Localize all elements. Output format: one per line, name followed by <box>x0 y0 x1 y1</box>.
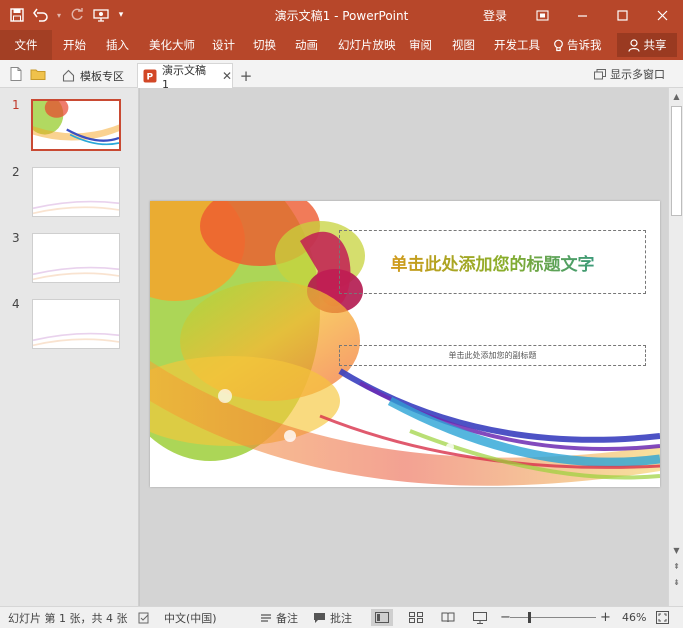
undo-icon[interactable] <box>30 4 52 26</box>
vertical-scrollbar[interactable]: ▲ ▼ ⇞ ⇟ <box>668 88 683 606</box>
thumbnail-row[interactable]: 4 <box>0 297 139 353</box>
document-tab-bar: 模板专区 P 演示文稿1 ✕ + 显示多窗口 <box>0 60 683 91</box>
tab-transitions[interactable]: 切换 <box>253 30 276 60</box>
folder-icon[interactable] <box>30 66 46 82</box>
notes-icon <box>261 613 271 622</box>
tab-slideshow[interactable]: 幻灯片放映 <box>338 30 396 60</box>
scrollbar-thumb[interactable] <box>671 106 682 216</box>
ribbon-tabs: 文件 开始 插入 美化大师 设计 切换 动画 幻灯片放映 审阅 视图 开发工具 … <box>0 30 683 60</box>
thumbnail-artwork <box>33 101 119 146</box>
pptx-icon: P <box>143 69 157 82</box>
comments-label: 批注 <box>330 611 352 625</box>
slide-thumbnail-2[interactable] <box>32 167 120 217</box>
chevron-down-icon[interactable]: ▾ <box>54 4 64 26</box>
share-button[interactable]: 共享 <box>617 33 677 57</box>
spellcheck-icon[interactable] <box>138 607 150 628</box>
document-tab-label: 演示文稿1 <box>161 63 206 91</box>
close-icon[interactable] <box>650 4 674 26</box>
svg-text:P: P <box>146 72 153 82</box>
thumbnail-number: 4 <box>12 297 20 311</box>
slide-thumbnail-4[interactable] <box>32 299 120 349</box>
tab-beautify-master[interactable]: 美化大师 <box>149 30 195 60</box>
zoom-slider-knob[interactable] <box>528 612 531 623</box>
plus-icon[interactable]: + <box>238 63 254 88</box>
thumbnail-number: 2 <box>12 165 20 179</box>
slideshow-view-button[interactable] <box>469 609 491 626</box>
current-slide[interactable]: 单击此处添加您的标题文字 单击此处添加您的副标题 <box>150 201 660 487</box>
tab-developer[interactable]: 开发工具 <box>494 30 540 60</box>
thumbnail-row[interactable]: 3 <box>0 231 139 287</box>
title-placeholder-text: 单击此处添加您的标题文字 <box>391 250 595 275</box>
tab-template-zone[interactable]: 模板专区 <box>56 63 132 88</box>
slide-sorter-icon <box>409 612 423 623</box>
start-from-beginning-icon[interactable] <box>90 4 112 26</box>
template-tab-label: 模板专区 <box>80 69 124 83</box>
title-placeholder[interactable]: 单击此处添加您的标题文字 <box>339 230 646 294</box>
notes-button[interactable]: 备注 <box>260 607 298 628</box>
close-icon[interactable]: ✕ <box>222 69 232 83</box>
save-icon[interactable] <box>6 4 28 26</box>
zoom-percent[interactable]: 46% <box>622 607 646 628</box>
thumbnail-number: 3 <box>12 231 20 245</box>
multi-window-button[interactable]: 显示多窗口 <box>594 66 665 82</box>
lightbulb-icon <box>554 39 563 51</box>
login-button[interactable]: 登录 <box>482 4 508 26</box>
tell-me-label: 告诉我 <box>567 38 602 52</box>
thumbnail-artwork <box>33 200 119 215</box>
normal-view-button[interactable] <box>371 609 393 626</box>
share-label: 共享 <box>643 38 667 52</box>
tab-design[interactable]: 设计 <box>212 30 235 60</box>
slide-editing-area: 单击此处添加您的标题文字 单击此处添加您的副标题 <box>140 88 668 606</box>
tab-insert[interactable]: 插入 <box>106 30 129 60</box>
zoom-in-button[interactable]: + <box>600 607 611 628</box>
home-icon <box>62 69 75 82</box>
next-slide-icon[interactable]: ⇟ <box>671 576 682 588</box>
slide-thumbnail-1[interactable] <box>31 99 121 151</box>
slide-thumbnail-3[interactable] <box>32 233 120 283</box>
language-label[interactable]: 中文(中国) <box>164 607 217 628</box>
tab-document[interactable]: P 演示文稿1 ✕ <box>137 63 233 91</box>
previous-slide-icon[interactable]: ⇞ <box>671 560 682 572</box>
comment-icon <box>314 612 325 623</box>
tab-view[interactable]: 视图 <box>452 30 475 60</box>
title-bar: ▾ ▾ 演示文稿1 - PowerPoint 登录 <box>0 0 683 30</box>
maximize-icon[interactable] <box>610 4 634 26</box>
tab-review[interactable]: 审阅 <box>409 30 432 60</box>
comments-button[interactable]: 批注 <box>313 607 352 628</box>
new-doc-icon[interactable] <box>8 66 24 82</box>
reading-view-button[interactable] <box>437 609 459 626</box>
tell-me-button[interactable]: 告诉我 <box>553 30 602 60</box>
tab-animations[interactable]: 动画 <box>295 30 318 60</box>
customize-icon[interactable]: ▾ <box>114 4 128 26</box>
tab-file[interactable]: 文件 <box>0 30 52 60</box>
subtitle-placeholder-text: 单击此处添加您的副标题 <box>448 351 537 360</box>
slideshow-icon <box>473 611 487 624</box>
thumbnail-row[interactable]: 1 <box>0 98 139 154</box>
minimize-icon[interactable] <box>570 4 594 26</box>
multi-window-icon <box>594 68 606 79</box>
reading-view-icon <box>441 612 455 623</box>
thumbnail-number: 1 <box>12 98 20 112</box>
restore-icon[interactable] <box>530 4 554 26</box>
fit-window-icon[interactable] <box>656 607 669 628</box>
scroll-up-icon[interactable]: ▲ <box>671 90 682 102</box>
thumbnail-row[interactable]: 2 <box>0 165 139 221</box>
multi-window-label: 显示多窗口 <box>610 68 665 81</box>
tab-home[interactable]: 开始 <box>63 30 86 60</box>
normal-view-icon <box>375 612 389 623</box>
thumbnail-artwork <box>33 332 119 347</box>
slide-thumbnail-pane: 1 2 3 4 <box>0 88 139 606</box>
subtitle-placeholder[interactable]: 单击此处添加您的副标题 <box>339 345 646 366</box>
quick-access-toolbar: ▾ ▾ <box>6 4 128 26</box>
thumbnail-artwork <box>33 266 119 281</box>
slide-sorter-button[interactable] <box>405 609 427 626</box>
slide-count-label: 幻灯片 第 1 张，共 4 张 <box>8 611 128 625</box>
zoom-slider[interactable] <box>510 617 596 618</box>
redo-icon[interactable] <box>66 4 88 26</box>
status-bar: 幻灯片 第 1 张，共 4 张 中文(中国) 备注 批注 − + 46% <box>0 606 683 628</box>
scroll-down-icon[interactable]: ▼ <box>671 544 682 556</box>
person-icon <box>627 38 640 52</box>
notes-label: 备注 <box>276 611 298 625</box>
